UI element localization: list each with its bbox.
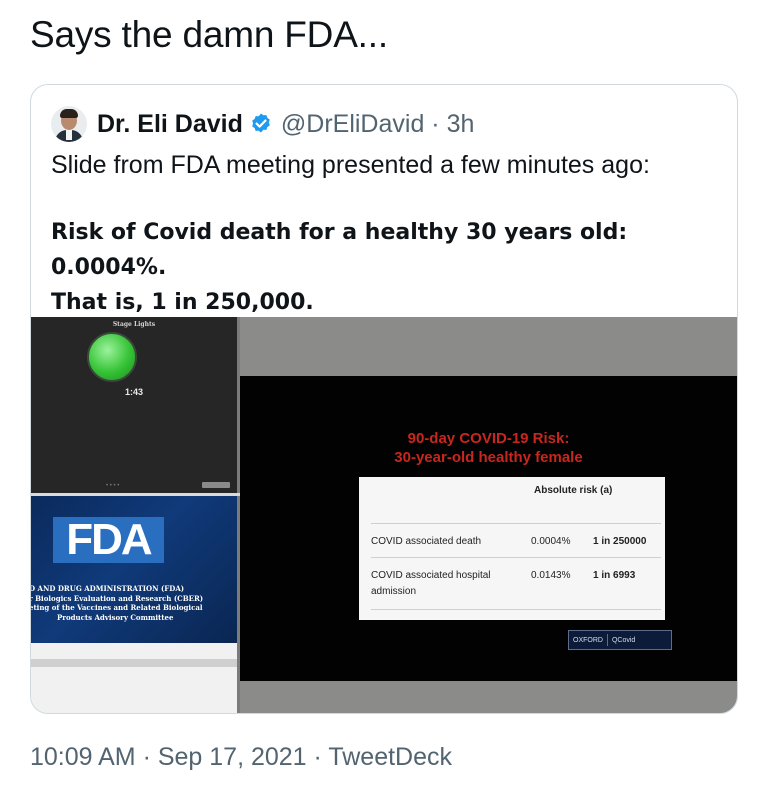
table-divider <box>371 557 661 558</box>
slide-title-line-2: 30-year-old healthy female <box>394 449 583 466</box>
timer: 1:43 <box>124 387 143 397</box>
row-ratio: 1 in 250000 <box>593 536 647 547</box>
row-label: COVID associated death <box>371 536 482 547</box>
fda-logo: FDA <box>53 517 164 563</box>
quoted-tweet-body: Slide from FDA meeting presented a few m… <box>51 149 721 320</box>
quoted-tweet-line-2: Risk of Covid death for a healthy 30 yea… <box>51 220 628 280</box>
tweet-text: Says the damn FDA... <box>30 14 388 55</box>
tweet-timestamp[interactable]: 10:09 AM · Sep 17, 2021 · TweetDeck <box>30 743 452 772</box>
row-ratio: 1 in 6993 <box>593 570 636 581</box>
row-label: COVID associated hospital admission <box>371 570 491 597</box>
panel-button <box>202 482 230 488</box>
author-handle-time: @DrEliDavid · 3h <box>280 109 475 138</box>
fda-caption-line: Products Advisory Committee <box>57 612 174 622</box>
slide-title: 90-day COVID-19 Risk: 30-year-old health… <box>240 429 737 467</box>
dots-icon: • • • • <box>106 483 120 489</box>
oxford-qcovid-logo: OXFORD QCovid <box>568 630 672 650</box>
qcovid-label: QCovid <box>611 636 636 644</box>
tweet-media-image[interactable]: Stage Lights 1:43 • • • • FDA D AND DRUG… <box>31 317 737 713</box>
risk-table: Absolute risk (a) COVID associated death… <box>359 477 665 620</box>
table-header: Absolute risk (a) <box>534 485 613 496</box>
blank-panel <box>31 643 240 713</box>
oxford-label: OXFORD <box>573 636 603 644</box>
slide-area: 90-day COVID-19 Risk: 30-year-old health… <box>240 317 737 713</box>
quoted-tweet-line-1: Slide from FDA meeting presented a few m… <box>51 151 650 179</box>
fda-caption-line: eting of the Vaccines and Related Biolog… <box>31 603 203 612</box>
presentation-slide: 90-day COVID-19 Risk: 30-year-old health… <box>240 376 737 681</box>
quoted-tweet-card[interactable]: Dr. Eli David @DrEliDavid · 3h Slide fro… <box>30 84 738 714</box>
table-divider <box>371 609 661 610</box>
author-name[interactable]: Dr. Eli David <box>97 110 243 139</box>
slide-title-line-1: 90-day COVID-19 Risk: <box>407 430 570 447</box>
stage-lights-label: Stage Lights <box>112 321 156 328</box>
green-light-icon <box>87 332 137 382</box>
fda-panel: FDA D AND DRUG ADMINISTRATION (FDA) r Bi… <box>31 496 240 643</box>
row-percent: 0.0004% <box>531 536 571 547</box>
table-divider <box>371 523 661 524</box>
verified-badge-icon <box>252 113 270 133</box>
fda-caption-line: r Biologics Evaluation and Research (CBE… <box>31 593 204 603</box>
fda-caption-line: D AND DRUG ADMINISTRATION (FDA) <box>31 584 185 593</box>
avatar[interactable] <box>51 106 87 142</box>
row-percent: 0.0143% <box>531 570 571 581</box>
quoted-tweet-line-3: That is, 1 in 250,000. <box>51 290 314 315</box>
panel-bar <box>31 659 237 667</box>
fda-caption: D AND DRUG ADMINISTRATION (FDA) r Biolog… <box>31 584 237 622</box>
stage-lights-panel: Stage Lights 1:43 • • • • <box>31 317 240 493</box>
quoted-tweet-header: Dr. Eli David @DrEliDavid · 3h <box>51 105 474 143</box>
